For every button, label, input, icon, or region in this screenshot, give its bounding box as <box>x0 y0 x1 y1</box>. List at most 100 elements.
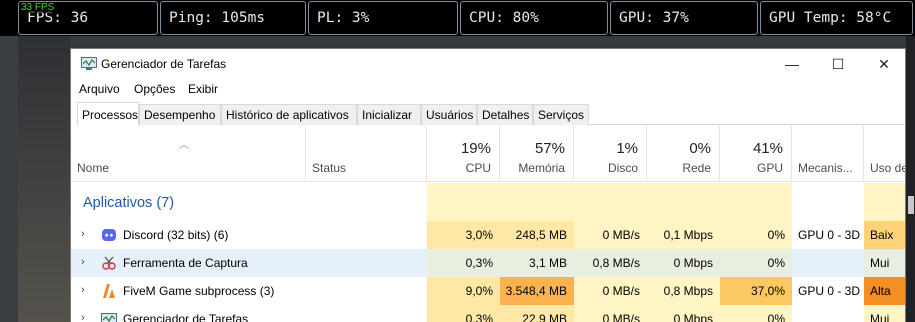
menu-exibir[interactable]: Exibir <box>188 82 218 96</box>
title-bar[interactable]: Gerenciador de Tarefas — ☐ ✕ <box>71 49 905 79</box>
overlay-gpu-temp: GPU Temp: 58°C <box>760 1 913 35</box>
cell-disk: 0,8 MB/s <box>574 249 647 277</box>
cell-disk: 0 MB/s <box>574 221 647 249</box>
column-header-gpu-engine[interactable]: Mecanis... <box>792 126 864 182</box>
table-row[interactable]: › Gerenciador de Tarefas 0,3% 22,9 MB 0 … <box>71 305 905 322</box>
group-heat-network <box>647 183 720 221</box>
group-heat-gpu <box>720 183 792 221</box>
column-total-memory: 57% <box>534 140 565 157</box>
column-label-cpu: CPU <box>465 161 491 175</box>
group-heat-memory <box>500 183 574 221</box>
expand-chevron-icon[interactable]: › <box>81 228 85 240</box>
column-header-gpu[interactable]: 41% GPU <box>720 126 792 182</box>
tab-usuarios[interactable]: Usuários <box>421 104 477 125</box>
performance-overlay: FPS: 36 Ping: 105ms PL: 3% CPU: 80% GPU:… <box>0 0 915 36</box>
column-header-power[interactable]: Uso de <box>864 126 906 182</box>
group-heat-cpu <box>427 183 500 221</box>
table-row[interactable]: › Discord (32 bits) (6) 3,0% 248,5 MB 0 … <box>71 221 905 249</box>
cell-gpu: 0% <box>720 221 792 249</box>
cell-gpu-engine: GPU 0 - 3D <box>798 228 861 242</box>
table-header: ︿ Nome Status 19% CPU 57% Memória 1% Dis… <box>71 126 906 182</box>
column-label-status: Status <box>312 161 347 175</box>
discord-icon <box>102 229 116 241</box>
process-name: Ferramenta de Captura <box>123 256 248 270</box>
overlay-packet-loss: PL: 3% <box>308 1 458 35</box>
group-heat-power <box>864 183 905 221</box>
column-header-cpu[interactable]: 19% CPU <box>427 126 500 182</box>
overlay-cpu: CPU: 80% <box>460 1 608 35</box>
column-label-disk: Disco <box>607 161 638 175</box>
sort-caret-icon: ︿ <box>179 140 189 151</box>
cell-gpu-engine <box>792 305 864 322</box>
column-total-disk: 1% <box>616 140 638 157</box>
expand-chevron-icon[interactable]: › <box>81 312 85 322</box>
column-label-gpu: GPU <box>756 161 783 175</box>
cell-gpu-engine: GPU 0 - 3D <box>798 284 861 298</box>
column-label-memory: Memória <box>518 161 565 175</box>
task-manager-icon <box>101 313 117 322</box>
task-manager-icon <box>81 57 97 70</box>
window-title: Gerenciador de Tarefas <box>101 57 227 71</box>
cell-power: Baix <box>864 221 905 249</box>
cell-power: Alta <box>864 277 905 305</box>
cell-network: 0,1 Mbps <box>647 221 720 249</box>
task-manager-window: Gerenciador de Tarefas — ☐ ✕ Arquivo Opç… <box>70 48 906 322</box>
column-header-network[interactable]: 0% Rede <box>647 126 720 182</box>
group-heat-disk <box>574 183 647 221</box>
cell-cpu: 3,0% <box>427 221 500 249</box>
cell-disk: 0 MB/s <box>574 277 647 305</box>
menu-arquivo[interactable]: Arquivo <box>79 82 120 96</box>
tab-inicializar[interactable]: Inicializar <box>357 104 421 125</box>
fps-counter-badge: 33 FPS <box>21 2 55 13</box>
overlay-ping: Ping: 105ms <box>160 1 306 35</box>
column-header-disk[interactable]: 1% Disco <box>574 126 647 182</box>
menu-opcoes[interactable]: Opções <box>134 82 175 96</box>
tab-detalhes[interactable]: Detalhes <box>477 104 533 125</box>
column-total-cpu: 19% <box>460 140 491 157</box>
fivem-icon <box>103 284 115 298</box>
column-label-network: Rede <box>682 161 711 175</box>
cell-memory: 3,1 MB <box>500 249 574 277</box>
cell-memory: 3.548,4 MB <box>500 277 574 305</box>
minimize-button[interactable]: — <box>769 49 815 79</box>
table-row[interactable]: › Ferramenta de Captura 0,3% 3,1 MB 0,8 … <box>71 249 905 277</box>
cell-network: 0 Mbps <box>647 249 720 277</box>
tab-processos[interactable]: Processos <box>77 102 139 126</box>
table-row[interactable]: › FiveM Game subprocess (3) 9,0% 3.548,4… <box>71 277 905 305</box>
desktop-edge-left <box>0 36 18 322</box>
cell-memory: 248,5 MB <box>500 221 574 249</box>
process-name: Discord (32 bits) (6) <box>123 228 229 242</box>
expand-chevron-icon[interactable]: › <box>81 256 85 268</box>
tab-desempenho[interactable]: Desempenho <box>139 104 221 125</box>
column-header-name[interactable]: ︿ Nome <box>71 126 306 182</box>
column-total-gpu: 41% <box>752 140 783 157</box>
cell-gpu: 37,0% <box>720 277 792 305</box>
column-total-network: 0% <box>689 140 711 157</box>
close-button[interactable]: ✕ <box>861 49 905 79</box>
cell-cpu: 9,0% <box>427 277 500 305</box>
column-header-memory[interactable]: 57% Memória <box>500 126 574 182</box>
snipping-tool-icon <box>102 256 116 270</box>
tab-servicos[interactable]: Serviços <box>533 104 589 125</box>
cell-memory: 22,9 MB <box>500 305 574 322</box>
cell-power: Mui <box>864 249 905 277</box>
group-label-aplicativos: Aplicativos (7) <box>83 195 175 211</box>
overlay-gpu: GPU: 37% <box>610 1 758 35</box>
scrollbar-thumb[interactable] <box>908 196 914 214</box>
column-header-status[interactable]: Status <box>306 126 427 182</box>
process-name: FiveM Game subprocess (3) <box>123 284 275 298</box>
group-row[interactable]: Aplicativos (7) <box>71 183 905 221</box>
expand-chevron-icon[interactable]: › <box>81 284 85 296</box>
process-name: Gerenciador de Tarefas <box>123 312 249 322</box>
cell-disk: 0 MB/s <box>574 305 647 322</box>
cell-cpu: 0,3% <box>427 249 500 277</box>
cell-gpu: 0% <box>720 305 792 322</box>
desktop-area-left <box>18 36 70 322</box>
maximize-button[interactable]: ☐ <box>815 49 861 79</box>
tab-historico-aplicativos[interactable]: Histórico de aplicativos <box>221 104 357 125</box>
cell-cpu: 0,3% <box>427 305 500 322</box>
cell-power: Mui <box>864 305 905 322</box>
cell-gpu-engine <box>792 249 864 277</box>
tab-strip: Processos Desempenho Histórico de aplica… <box>77 102 905 126</box>
column-label-power: Uso de <box>870 161 906 175</box>
